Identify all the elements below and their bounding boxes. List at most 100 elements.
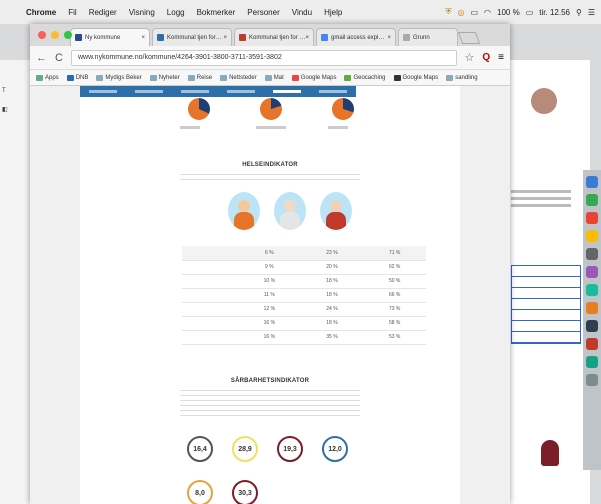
table-row: 10 % 18 % 50 %	[182, 274, 426, 289]
dock-app-icon[interactable]	[586, 248, 598, 260]
menu-view[interactable]: Visning	[129, 8, 155, 17]
indicator-circle-3[interactable]: 19,3	[277, 436, 303, 462]
menu-bookmarks[interactable]: Bokmerker	[197, 8, 236, 17]
indicator-value: 16,4	[193, 445, 207, 453]
clock[interactable]: tir. 12.56	[539, 8, 570, 17]
close-tab-icon[interactable]: ×	[305, 35, 309, 41]
close-tab-icon[interactable]: ×	[141, 35, 145, 41]
bookmark-label: Mydigs Beker	[105, 74, 142, 81]
table-cell: 24 %	[300, 302, 364, 317]
indicator-circle-1[interactable]: 16,4	[187, 436, 213, 462]
indicator-circle-5[interactable]: 8,0	[187, 480, 213, 504]
indicator-circle-2[interactable]: 28,9	[232, 436, 258, 462]
tab-2[interactable]: Kommunal tjen for… ×	[152, 28, 232, 46]
tab-4[interactable]: gmail access expl… ×	[316, 28, 396, 46]
bookmark-item[interactable]: Google Maps	[291, 74, 337, 81]
download-icon[interactable]: ▭	[470, 8, 478, 17]
bookmark-folder-icon	[96, 74, 104, 81]
bookmark-item[interactable]: Geocaching	[344, 74, 386, 81]
background-table	[511, 265, 581, 344]
shield-icon[interactable]: ⛨	[446, 7, 452, 17]
extension-icon[interactable]: ◎	[458, 8, 465, 17]
dock-app-icon[interactable]	[586, 266, 598, 278]
notifications-icon[interactable]: ☰	[588, 8, 595, 17]
menu-icon[interactable]: ≡	[498, 52, 504, 63]
menu-edit[interactable]: Rediger	[89, 8, 117, 17]
row-label	[182, 260, 238, 275]
bookmark-folder-icon	[344, 74, 352, 81]
bookmark-item[interactable]: Mydigs Beker	[96, 74, 142, 81]
bookmark-item[interactable]: DNB	[66, 74, 88, 81]
menu-app[interactable]: Chrome	[26, 8, 56, 17]
bookmark-item[interactable]: Google Maps	[393, 74, 438, 81]
page-margin-right	[460, 86, 510, 504]
bookmark-item[interactable]: Nyheter	[149, 74, 180, 81]
subnav-item[interactable]	[89, 90, 117, 93]
subnav-item[interactable]	[181, 90, 209, 93]
subnav-item[interactable]	[319, 90, 347, 93]
battery-icon[interactable]: ▭	[526, 8, 534, 17]
dock-app-icon[interactable]	[586, 212, 598, 224]
dock-app-icon[interactable]	[586, 302, 598, 314]
dock-app-icon[interactable]	[586, 338, 598, 350]
zoom-window-button[interactable]	[64, 31, 72, 39]
menu-people[interactable]: Personer	[247, 8, 279, 17]
close-tab-icon[interactable]: ×	[223, 35, 227, 41]
table-cell: 53 %	[363, 330, 426, 345]
table-cell: 11 %	[238, 288, 301, 303]
row-label	[182, 288, 238, 303]
bookmark-item[interactable]: Nettsteder	[220, 74, 257, 81]
spotlight-icon[interactable]: ⚲	[576, 8, 582, 17]
dock-app-icon[interactable]	[586, 320, 598, 332]
menu-file[interactable]: Fil	[68, 8, 76, 17]
back-arrow-icon[interactable]: ←	[36, 52, 47, 64]
left-window-text: T	[2, 88, 6, 94]
dock-app-icon[interactable]	[586, 356, 598, 368]
bookmark-item[interactable]: sandling	[446, 74, 478, 81]
row-label	[182, 302, 238, 317]
subnav-item[interactable]	[227, 90, 255, 93]
dock-app-icon[interactable]	[586, 284, 598, 296]
menubar-status: ⛨ ◎ ▭ ◠ 100 % ▭ tir. 12.56 ⚲ ☰	[446, 7, 601, 17]
dock-app-icon[interactable]	[586, 176, 598, 188]
bookmark-item[interactable]: Reise	[187, 74, 212, 81]
subnav-item[interactable]	[135, 90, 163, 93]
favicon-icon	[239, 34, 246, 41]
address-bar[interactable]: www.nykommune.no/kommune/4264-3901-3800-…	[70, 49, 457, 66]
bookmark-label: Google Maps	[300, 74, 337, 81]
bookmark-item[interactable]: Apps	[36, 74, 59, 81]
menu-help[interactable]: Hjelp	[324, 8, 342, 17]
close-tab-icon[interactable]: ×	[387, 35, 391, 41]
bookmark-folder-icon	[264, 74, 272, 81]
tab-1[interactable]: Ny kommune ×	[70, 28, 150, 46]
new-tab-button[interactable]	[457, 32, 481, 44]
wifi-icon[interactable]: ◠	[484, 8, 491, 17]
dock-app-icon[interactable]	[586, 374, 598, 386]
table-cell: 10 %	[238, 274, 301, 289]
indicator-circle-4[interactable]: 12,0	[322, 436, 348, 462]
menu-window[interactable]: Vindu	[292, 8, 312, 17]
subnav-item[interactable]	[273, 90, 301, 93]
extension-q-icon[interactable]: Q	[482, 52, 490, 63]
table-row: 16 % 35 % 53 %	[182, 330, 426, 345]
pie-label	[256, 126, 286, 129]
bookmark-folder-icon	[149, 74, 157, 81]
table-cell: 62 %	[363, 260, 426, 275]
table-cell: 50 %	[363, 274, 426, 289]
favicon-icon	[403, 34, 410, 41]
star-icon[interactable]: ☆	[465, 51, 475, 64]
minimize-window-button[interactable]	[51, 31, 59, 39]
tab-5[interactable]: Grunn	[398, 28, 458, 46]
indicator-value: 19,3	[283, 445, 297, 453]
row-label	[182, 316, 238, 331]
tab-3[interactable]: Kommunal tjen for … ×	[234, 28, 314, 46]
indicator-circle-6[interactable]: 30,3	[232, 480, 258, 504]
reload-icon[interactable]: C	[55, 52, 63, 64]
menu-history[interactable]: Logg	[167, 8, 185, 17]
tab-title: Kommunal tjen for …	[249, 34, 306, 41]
dock-app-icon[interactable]	[586, 230, 598, 242]
pie-chart-3	[332, 98, 354, 120]
dock-app-icon[interactable]	[586, 194, 598, 206]
bookmark-item[interactable]: Mat	[264, 74, 284, 81]
close-window-button[interactable]	[38, 31, 46, 39]
